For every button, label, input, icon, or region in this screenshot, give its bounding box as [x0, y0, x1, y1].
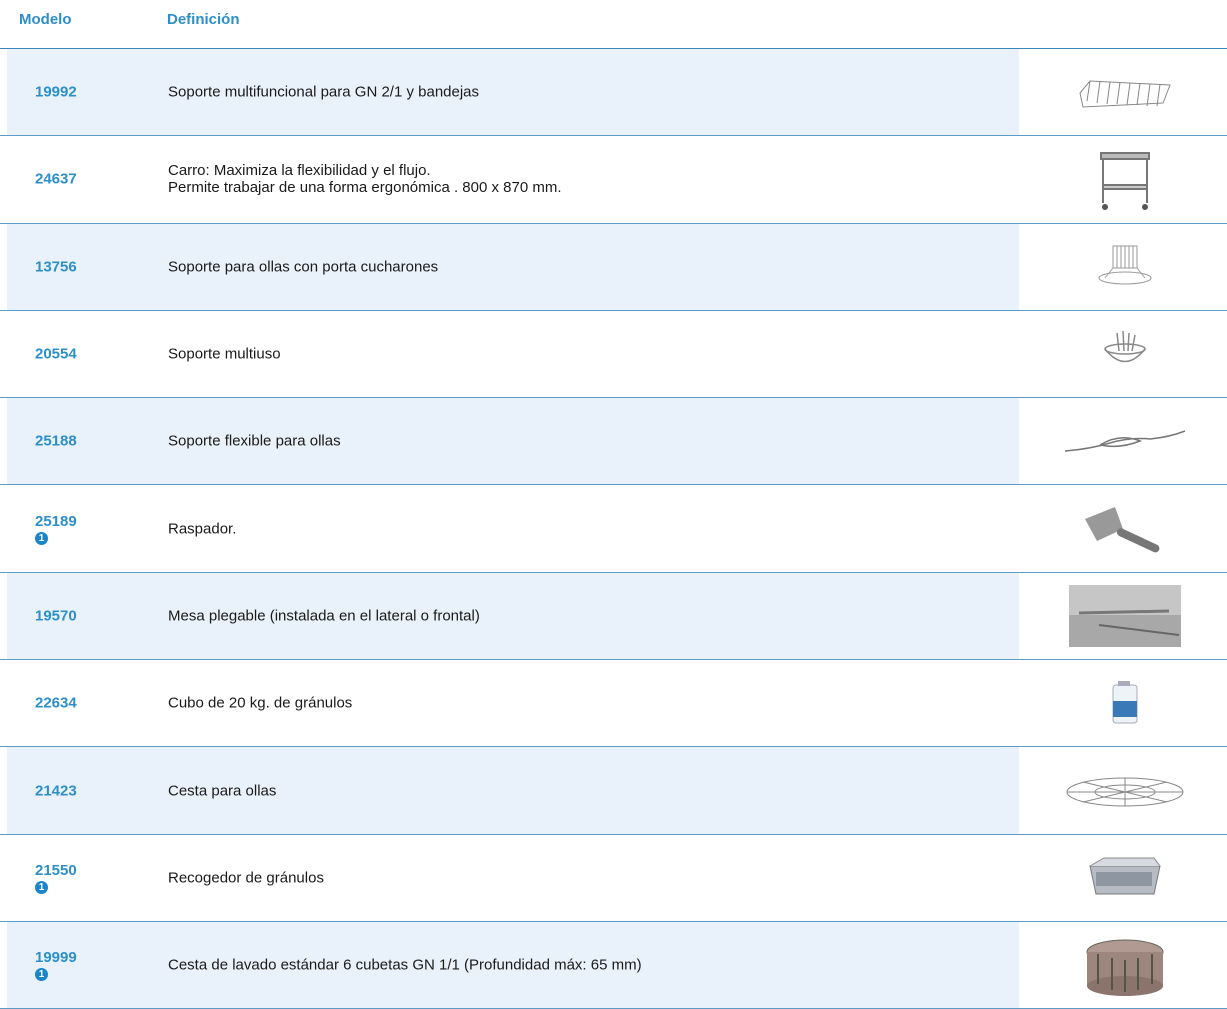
model-code: 21423 [35, 782, 77, 800]
model-number: 25189 [35, 512, 77, 530]
table-row: 25188 Soporte flexible para ollas [0, 398, 1227, 486]
footnote-badge: 1 [35, 531, 48, 545]
definition-text: Soporte para ollas con porta cucharones [168, 258, 439, 276]
granule-collector-icon [1040, 841, 1210, 916]
footnote-badge: 1 [35, 880, 48, 894]
table-row: 19999 1 Cesta de lavado estándar 6 cubet… [0, 921, 1227, 1009]
definition-text: Cesta para ollas [168, 782, 277, 800]
definition-text: Cubo de 20 kg. de gránulos [168, 694, 353, 712]
table-row: 21423 Cesta para ollas [0, 747, 1227, 835]
table-row: 22634 Cubo de 20 kg. de gránulos [0, 660, 1227, 748]
wash-basket-icon [1040, 928, 1210, 1003]
flexible-strap-icon [1040, 404, 1210, 479]
pot-basket-icon [1040, 753, 1210, 828]
granule-bucket-icon [1040, 666, 1210, 741]
accessory-table: 19992 Soporte multifuncional para GN 2/1… [0, 49, 1227, 1009]
table-header: Modelo Definición [0, 0, 1227, 49]
table-row: 19992 Soporte multifuncional para GN 2/1… [0, 49, 1227, 137]
definition-text: Mesa plegable (instalada en el lateral o… [168, 607, 480, 625]
model-code: 25189 1 [35, 513, 77, 545]
table-row: 21550 1 Recogedor de gránulos [0, 835, 1227, 922]
table-row: 13756 Soporte para ollas con porta cucha… [0, 223, 1227, 311]
table-row: 19570 Mesa plegable (instalada en el lat… [0, 572, 1227, 661]
definition-text: Soporte multifuncional para GN 2/1 y ban… [168, 83, 480, 101]
pot-holder-icon [1040, 230, 1210, 305]
column-header-definition: Definición [167, 11, 240, 28]
model-code: 24637 [35, 170, 77, 188]
scraper-icon [1040, 491, 1210, 566]
definition-text: Cesta de lavado estándar 6 cubetas GN 1/… [168, 956, 642, 974]
folding-table-icon [1040, 579, 1210, 654]
model-code: 19992 [35, 83, 77, 101]
model-code: 22634 [35, 694, 77, 712]
multi-holder-icon [1040, 317, 1210, 392]
definition-text: Raspador. [168, 520, 237, 538]
table-row: 20554 Soporte multiuso [0, 311, 1227, 399]
model-code: 21550 1 [35, 862, 77, 894]
model-code: 19570 [35, 607, 77, 625]
wire-rack-icon [1040, 55, 1210, 130]
model-code: 25188 [35, 432, 77, 450]
definition-text: Recogedor de gránulos [168, 869, 324, 887]
model-code: 13756 [35, 258, 77, 276]
table-row: 24637 Carro: Maximiza la flexibilidad y … [0, 136, 1227, 224]
definition-text: Soporte flexible para ollas [168, 432, 341, 450]
footnote-badge: 1 [35, 968, 48, 982]
table-row: 25189 1 Raspador. [0, 485, 1227, 573]
definition-text: Carro: Maximiza la flexibilidad y el flu… [168, 162, 562, 197]
model-number: 21550 [35, 861, 77, 879]
model-code: 20554 [35, 345, 77, 363]
column-header-model: Modelo [19, 11, 72, 28]
trolley-cart-icon [1040, 142, 1210, 217]
definition-text: Soporte multiuso [168, 345, 281, 363]
model-code: 19999 1 [35, 949, 77, 982]
